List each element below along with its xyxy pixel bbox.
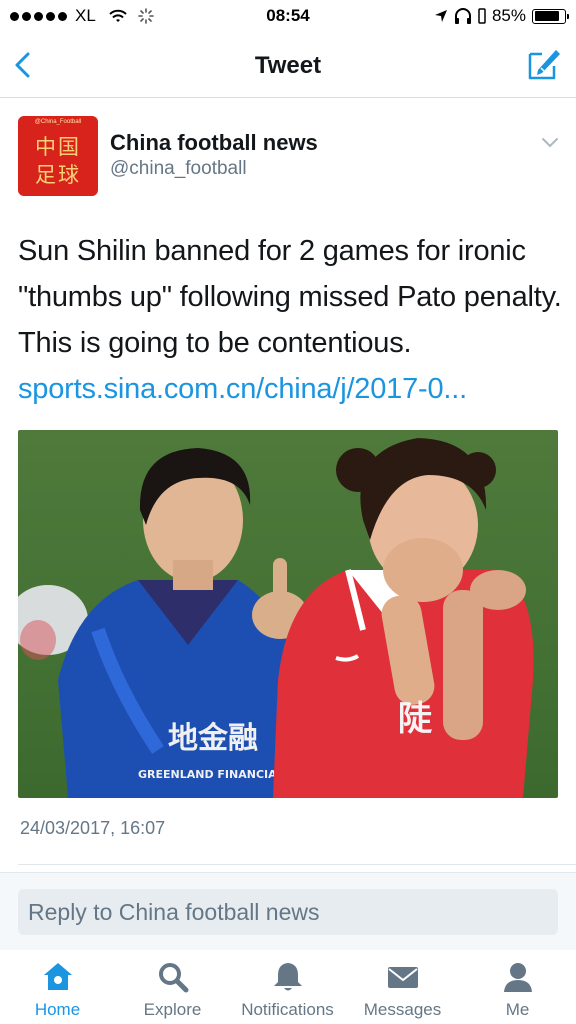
avatar-text-line2: 足球 bbox=[35, 163, 81, 187]
reply-input[interactable]: Reply to China football news bbox=[18, 889, 558, 935]
tweet-photo[interactable]: 地金融 GREENLAND FINANCIAL 陡 bbox=[18, 430, 558, 798]
tweet-link[interactable]: sports.sina.com.cn/china/j/2017-0... bbox=[18, 366, 563, 412]
tab-label-notifications: Notifications bbox=[241, 1000, 334, 1019]
tab-me[interactable]: Me bbox=[460, 960, 575, 1020]
tab-bar: Home Explore Notifications Messages Me bbox=[0, 950, 576, 1024]
tab-home[interactable]: Home bbox=[0, 960, 115, 1020]
tab-explore[interactable]: Explore bbox=[115, 960, 230, 1020]
tweet-timestamp: 24/03/2017, 16:07 bbox=[20, 818, 166, 838]
search-icon bbox=[158, 963, 188, 993]
status-bar: XL 08:54 85% bbox=[0, 0, 576, 34]
display-name[interactable]: China football news bbox=[110, 130, 318, 156]
reply-bar: Reply to China football news bbox=[0, 872, 576, 950]
tab-notifications[interactable]: Notifications bbox=[230, 960, 345, 1020]
divider bbox=[18, 864, 576, 865]
avatar-text-line1: 中国 bbox=[35, 135, 81, 159]
tab-label-home: Home bbox=[34, 1000, 81, 1019]
shirt-text-sponsor: GREENLAND FINANCIAL bbox=[138, 768, 284, 781]
tweet-body: Sun Shilin banned for 2 games for ironic… bbox=[18, 228, 563, 412]
avatar[interactable]: @China_Football 中国 足球 bbox=[18, 116, 98, 196]
shirt-text-chinese: 地金融 bbox=[168, 721, 258, 756]
envelope-icon bbox=[387, 967, 418, 988]
orientation-lock-icon bbox=[478, 8, 486, 24]
battery-percent: 85% bbox=[491, 6, 526, 25]
tab-label-messages: Messages bbox=[363, 1000, 442, 1019]
football-photo-illustration: 地金融 GREENLAND FINANCIAL 陡 bbox=[18, 430, 558, 798]
shirt-text-red: 陡 bbox=[398, 699, 433, 739]
person-icon bbox=[503, 963, 532, 992]
page-title: Tweet bbox=[254, 52, 322, 79]
user-handle[interactable]: @china_football bbox=[110, 158, 247, 180]
tab-label-explore: Explore bbox=[143, 1000, 202, 1019]
tab-label-me: Me bbox=[505, 1000, 530, 1019]
battery-icon bbox=[532, 8, 569, 24]
headphones-icon bbox=[454, 8, 471, 24]
chevron-down-icon[interactable] bbox=[540, 136, 560, 150]
bell-icon bbox=[273, 963, 302, 991]
tweet-text: Sun Shilin banned for 2 games for ironic… bbox=[18, 235, 562, 359]
avatar-handle-text: @China_Football bbox=[34, 119, 82, 125]
battery-fill bbox=[534, 11, 560, 21]
tab-messages[interactable]: Messages bbox=[345, 960, 460, 1020]
compose-icon[interactable] bbox=[526, 46, 562, 82]
home-icon bbox=[43, 963, 72, 990]
status-right: 85% bbox=[434, 6, 569, 26]
location-arrow-icon bbox=[434, 10, 447, 22]
nav-bar: Tweet bbox=[0, 34, 576, 98]
